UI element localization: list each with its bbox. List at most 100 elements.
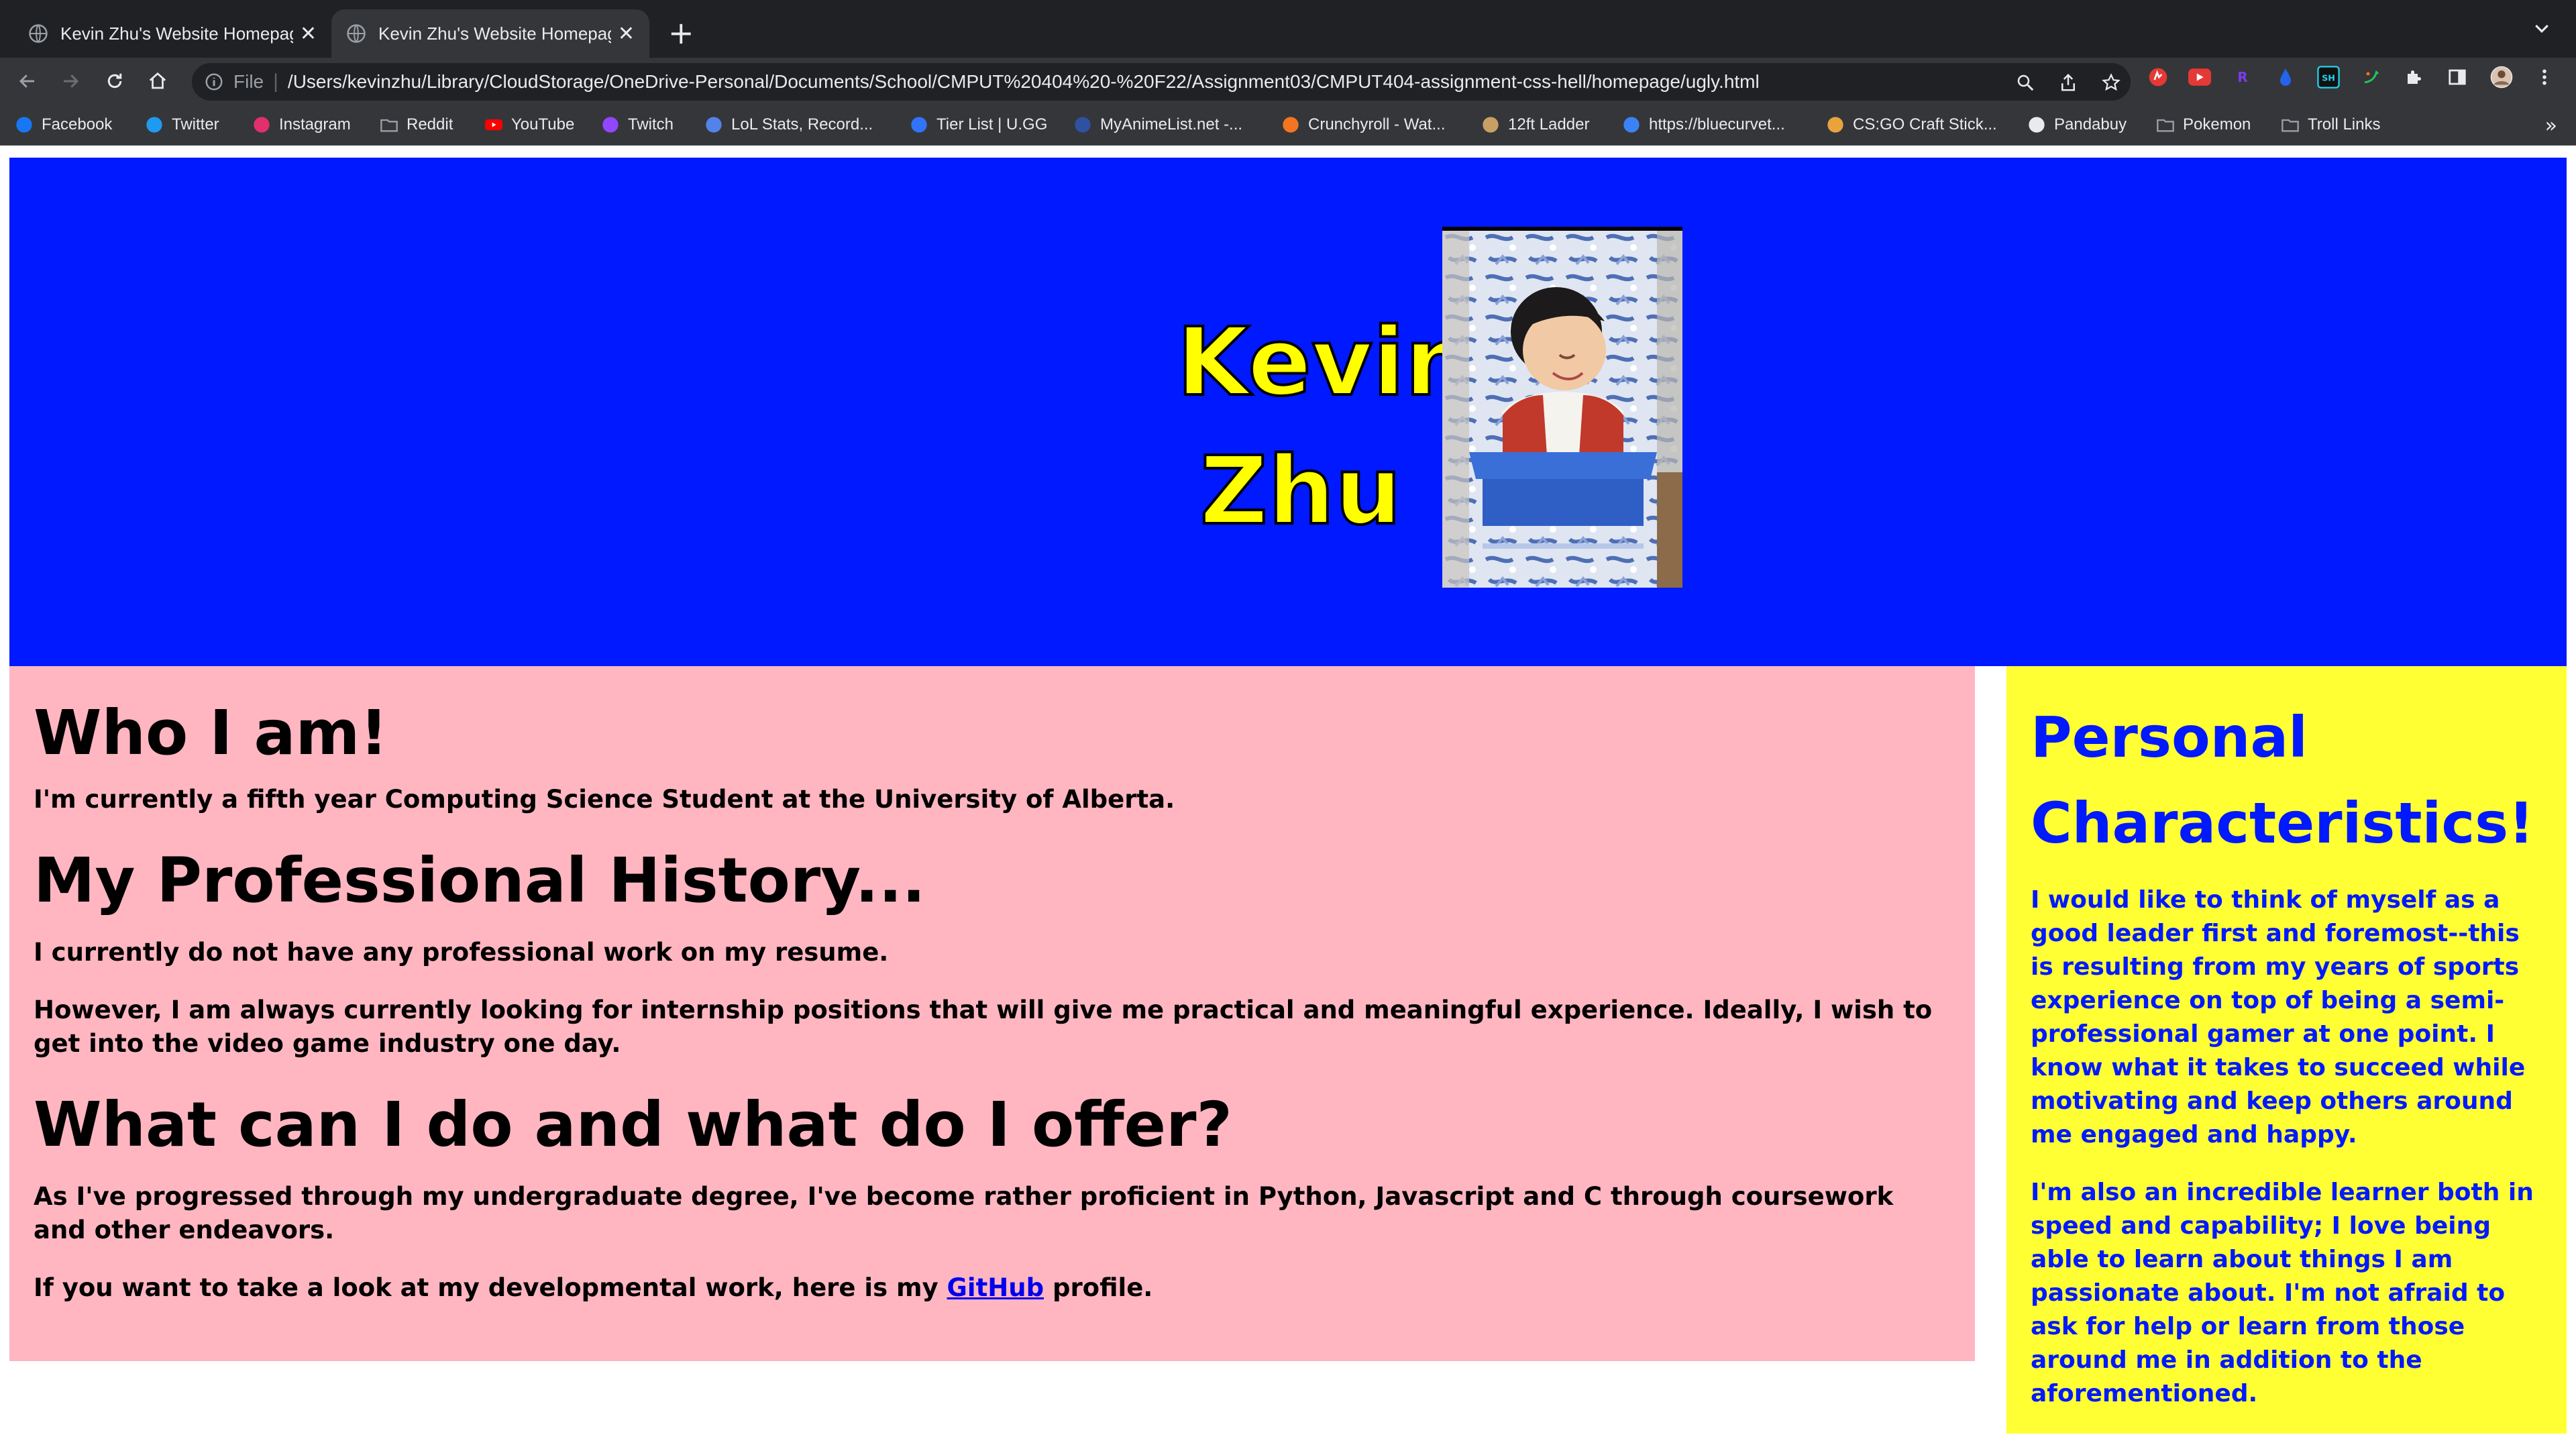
tab-search-chevron-icon[interactable] [2532, 19, 2552, 39]
url-text[interactable]: /Users/kevinzhu/Library/CloudStorage/One… [288, 71, 1760, 93]
tab-homepage-1[interactable]: Kevin Zhu's Website Homepage ✕ [13, 9, 331, 58]
bookmark-troll-links[interactable]: Troll Links [2281, 113, 2380, 137]
address-bar[interactable]: File | /Users/kevinzhu/Library/CloudStor… [192, 63, 2131, 101]
home-icon [149, 72, 166, 89]
profile-avatar[interactable] [2490, 66, 2513, 89]
site-owner-name: Kevin Zhu [1175, 299, 1473, 556]
facebook-icon [16, 117, 32, 133]
heading-personal-characteristics: Personal Characteristics! [2031, 704, 2534, 856]
bookmark-myanimelist-net[interactable]: MyAnimeList.net -... [1073, 113, 1242, 137]
heading-professional-history: My Professional History... [34, 845, 926, 916]
extension-grid-icon[interactable]: SH [2317, 66, 2340, 89]
bookmark-label: LoL Stats, Record... [731, 115, 873, 133]
close-tab-icon[interactable]: ✕ [618, 22, 635, 46]
forward-button[interactable] [56, 67, 85, 95]
bookmark-label: Twitter [172, 115, 219, 133]
bookmark-https-bluecurvet[interactable]: https://bluecurvet... [1622, 113, 1785, 137]
pandabuy-icon [2029, 117, 2045, 133]
offer-text: As I've progressed through my undergradu… [34, 1182, 1894, 1244]
bookmark-reddit[interactable]: Reddit [380, 113, 453, 137]
folder-icon [380, 119, 398, 132]
zoom-icon[interactable] [2015, 72, 2035, 93]
bookmark-instagram[interactable]: Instagram [252, 113, 351, 137]
arrow-left-icon [19, 74, 34, 88]
bookmark-twitch[interactable]: Twitch [601, 113, 674, 137]
personal-characteristics-sidebar: Personal Characteristics! I would like t… [2006, 666, 2567, 1434]
bookmark-crunchyroll-wat[interactable]: Crunchyroll - Wat... [1281, 113, 1445, 137]
back-button[interactable] [13, 67, 42, 95]
bookmark-lol-stats-record[interactable]: LoL Stats, Record... [704, 113, 873, 137]
bookmark-label: 12ft Ladder [1508, 115, 1590, 133]
mal-icon [1075, 117, 1091, 133]
globe-icon [347, 24, 366, 43]
extension-r-icon[interactable]: R [2231, 66, 2254, 89]
bookmark-label: Instagram [279, 115, 351, 133]
github-suffix-text: profile. [1052, 1273, 1153, 1302]
crunchyroll-icon [1283, 117, 1299, 133]
name-last: Zhu [1199, 435, 1403, 547]
close-tab-icon[interactable]: ✕ [300, 22, 317, 46]
ugg-icon [911, 117, 927, 133]
bookmark-pandabuy[interactable]: Pandabuy [2027, 113, 2127, 137]
bluecurve-icon [1623, 117, 1640, 133]
web-page: Kevin Zhu Who I am! I'm currently a fift… [0, 146, 2576, 1449]
reload-icon [107, 73, 122, 89]
browser-toolbar: File | /Users/kevinzhu/Library/CloudStor… [0, 58, 2576, 105]
history-text-1: I currently do not have any professional… [34, 938, 889, 967]
bookmark-label: Facebook [42, 115, 113, 133]
tab-title: Kevin Zhu's Website Homepage [378, 23, 611, 44]
name-first: Kevin [1175, 307, 1473, 419]
bookmark-pokemon[interactable]: Pokemon [2156, 113, 2251, 137]
profile-photo-image [1442, 231, 1682, 588]
extension-bird-icon[interactable] [2360, 66, 2383, 89]
bookmark-label: Pandabuy [2054, 115, 2127, 133]
history-text-2: However, I am always currently looking f… [34, 996, 1933, 1058]
bookmark-star-icon[interactable] [2101, 72, 2121, 93]
bookmark-label: https://bluecurvet... [1649, 115, 1785, 133]
who-i-am-text: I'm currently a fifth year Computing Sci… [34, 785, 1175, 814]
bookmark-label: YouTube [511, 115, 575, 133]
bookmark-twitter[interactable]: Twitter [145, 113, 219, 137]
bookmark-label: Troll Links [2308, 115, 2381, 133]
opgg-icon [706, 117, 722, 133]
extension-red-icon[interactable] [2147, 66, 2169, 89]
ladder-icon [1483, 117, 1499, 133]
header-banner: Kevin Zhu [9, 158, 2567, 666]
main-content: Who I am! I'm currently a fifth year Com… [9, 666, 1975, 1361]
bookmark-cs-go-craft-stick[interactable]: CS:GO Craft Stick... [1826, 113, 1997, 137]
twitter-icon [146, 117, 162, 133]
characteristics-para-2: I'm also an incredible learner both in s… [2031, 1179, 2534, 1407]
twitch-icon [602, 117, 619, 133]
bookmark-label: MyAnimeList.net -... [1100, 115, 1243, 133]
bookmark-label: Twitch [628, 115, 674, 133]
profile-photo [1442, 227, 1682, 588]
bookmark-tier-list-u-gg[interactable]: Tier List | U.GG [910, 113, 1047, 137]
bookmark-label: Crunchyroll - Wat... [1308, 115, 1446, 133]
new-tab-button[interactable]: + [668, 15, 694, 51]
bookmark-facebook[interactable]: Facebook [15, 113, 112, 137]
csgo-icon [1827, 117, 1843, 133]
bookmarks-bar: » Facebook Twitter Instagram Reddit YouTube T… [0, 105, 2576, 146]
bookmark-12ft-ladder[interactable]: 12ft Ladder [1481, 113, 1589, 137]
tab-homepage-2[interactable]: Kevin Zhu's Website Homepage ✕ [331, 9, 649, 58]
bookmark-label: Reddit [407, 115, 453, 133]
arrow-right-icon [64, 74, 79, 88]
bookmark-youtube[interactable]: YouTube [484, 113, 574, 137]
tab-title: Kevin Zhu's Website Homepage [60, 23, 293, 44]
info-icon[interactable] [204, 72, 224, 92]
bookmarks-overflow-button[interactable]: » [2545, 114, 2557, 138]
side-panel-icon[interactable] [2446, 66, 2469, 89]
extension-youtube-icon[interactable] [2188, 66, 2211, 89]
extension-drop-icon[interactable] [2274, 66, 2297, 89]
heading-what-i-offer: What can I do and what do I offer? [34, 1089, 1232, 1161]
browser-menu-icon[interactable] [2533, 66, 2556, 89]
youtube-icon [485, 119, 502, 131]
extensions-puzzle-icon[interactable] [2403, 66, 2426, 89]
bookmark-label: CS:GO Craft Stick... [1853, 115, 1997, 133]
file-scheme-label: File [233, 71, 264, 92]
reload-button[interactable] [101, 67, 129, 95]
github-link[interactable]: GitHub [947, 1273, 1044, 1302]
folder-icon [2282, 119, 2299, 132]
home-button[interactable] [144, 67, 172, 95]
share-icon[interactable] [2058, 72, 2078, 93]
